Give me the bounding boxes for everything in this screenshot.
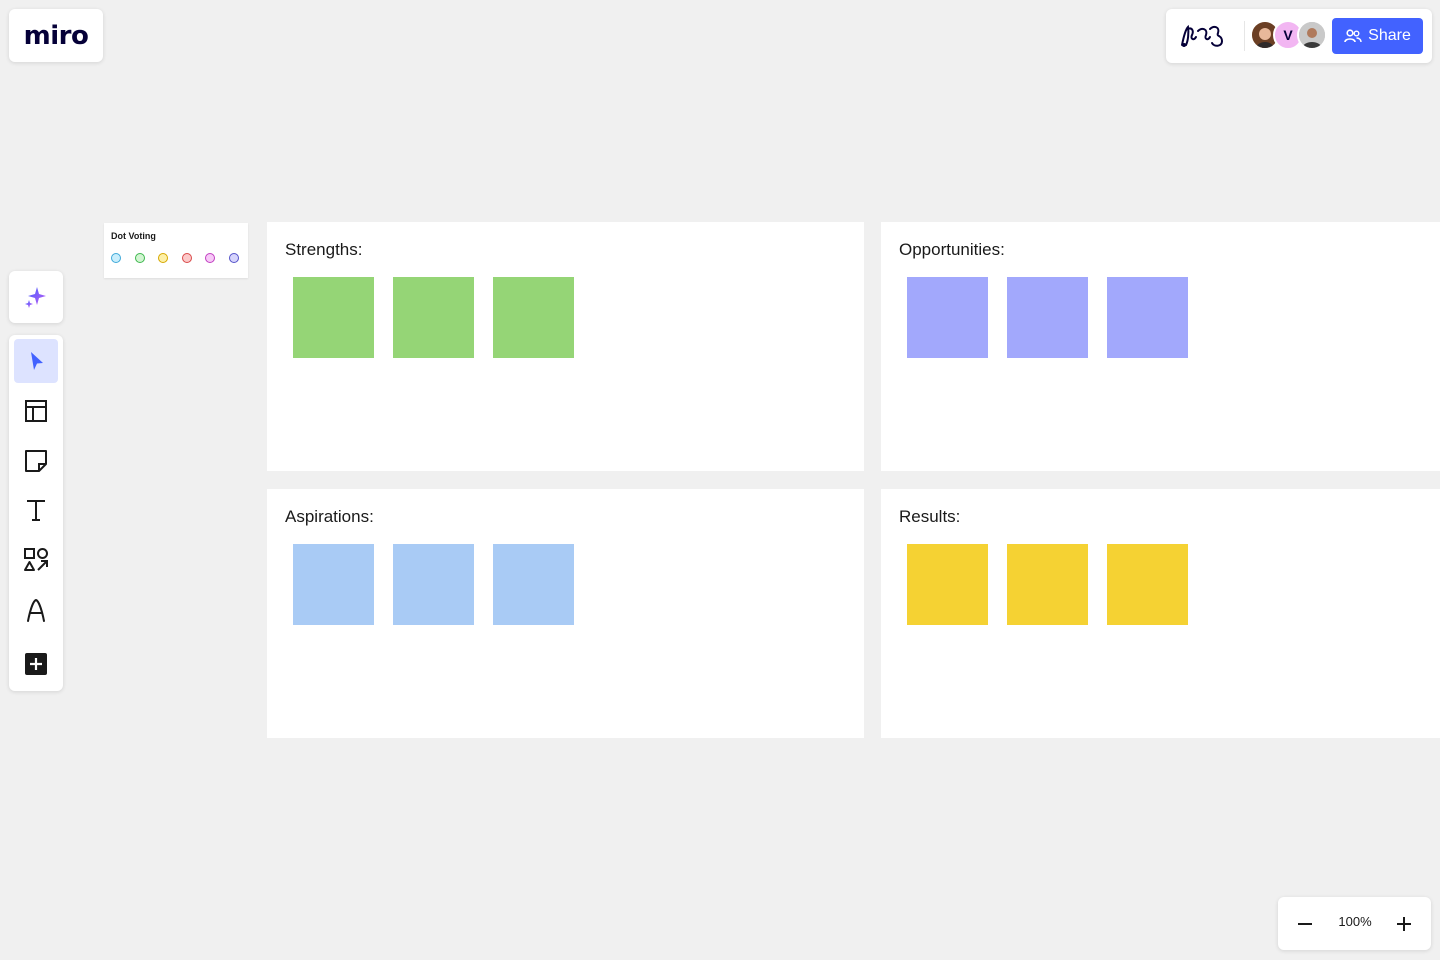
board-signature-icon[interactable]: [1178, 21, 1234, 51]
sticky-note[interactable]: [1107, 277, 1188, 358]
sticky-note[interactable]: [1007, 277, 1088, 358]
frame-title: Results:: [899, 507, 961, 526]
pen-tool-button[interactable]: [14, 588, 58, 632]
frame-title: Aspirations:: [285, 507, 374, 526]
avatar[interactable]: [1297, 20, 1327, 50]
frame-strengths[interactable]: Strengths:: [267, 222, 864, 471]
frame-title: Strengths:: [285, 240, 363, 259]
select-cursor-icon: [31, 352, 43, 370]
frame-title: Opportunities:: [899, 240, 1005, 259]
sticky-note-body: [293, 277, 374, 358]
zoom-level[interactable]: 100%: [1330, 914, 1380, 929]
left-toolbar: [9, 335, 63, 691]
frame-opportunities[interactable]: Opportunities:: [881, 222, 1440, 471]
ai-assist-button[interactable]: [9, 271, 63, 323]
share-button[interactable]: Share: [1332, 18, 1423, 54]
sticky-note[interactable]: [393, 277, 474, 358]
sticky-note-body: [907, 277, 988, 358]
templates-icon: [25, 400, 47, 422]
ai-sparkle-icon: [25, 287, 46, 308]
sticky-note-body: [907, 544, 988, 625]
pen-icon: [27, 598, 45, 622]
voting-dot[interactable]: [158, 253, 168, 263]
voting-dot[interactable]: [205, 253, 215, 263]
sticky-note-icon: [25, 450, 47, 472]
zoom-in-button[interactable]: [1389, 909, 1419, 939]
sticky-note[interactable]: [293, 544, 374, 625]
sticky-note-body: [493, 277, 574, 358]
sticky-note[interactable]: [493, 544, 574, 625]
minus-icon: [1298, 923, 1312, 925]
text-tool-button[interactable]: [14, 488, 58, 532]
people-icon: [1344, 29, 1362, 43]
board-canvas[interactable]: miro V Share Dot Voting Strengths: Oppor…: [0, 0, 1440, 960]
select-tool-button[interactable]: [14, 339, 58, 383]
logo-text: miro: [23, 20, 89, 51]
voting-dot[interactable]: [228, 253, 239, 263]
frame-aspirations[interactable]: Aspirations:: [267, 489, 864, 738]
collaboration-panel: V Share: [1166, 9, 1432, 63]
sticky-note-body: [293, 544, 374, 625]
sticky-note-body: [493, 544, 574, 625]
voting-dot[interactable]: [111, 253, 121, 263]
sticky-note-body: [1107, 544, 1188, 625]
more-tools-button[interactable]: [14, 642, 58, 686]
text-icon: [27, 500, 45, 521]
voting-dot[interactable]: [134, 253, 145, 263]
divider: [1244, 21, 1245, 51]
sticky-note[interactable]: [393, 544, 474, 625]
sticky-note[interactable]: [907, 544, 988, 625]
sticky-note-body: [1007, 277, 1088, 358]
plus-icon: [1397, 917, 1411, 931]
sticky-note[interactable]: [1107, 544, 1188, 625]
shapes-icon: [24, 548, 48, 571]
share-label: Share: [1368, 27, 1411, 44]
zoom-control: 100%: [1278, 897, 1431, 950]
sticky-note-body: [1007, 544, 1088, 625]
sticky-note[interactable]: [907, 277, 988, 358]
dot-voting-title: Dot Voting: [111, 231, 156, 241]
voting-dot[interactable]: [181, 253, 192, 263]
sticky-note-tool-button[interactable]: [14, 439, 58, 483]
add-more-icon: [25, 653, 47, 675]
sticky-note-body: [393, 277, 474, 358]
sticky-note[interactable]: [293, 277, 374, 358]
dot-voting-widget[interactable]: Dot Voting: [104, 223, 248, 278]
templates-tool-button[interactable]: [14, 389, 58, 433]
frame-results[interactable]: Results:: [881, 489, 1440, 738]
sticky-note-body: [1107, 277, 1188, 358]
sticky-note[interactable]: [1007, 544, 1088, 625]
shapes-tool-button[interactable]: [14, 538, 58, 582]
logo[interactable]: miro: [9, 9, 103, 62]
sticky-note[interactable]: [493, 277, 574, 358]
zoom-out-button[interactable]: [1290, 909, 1320, 939]
sticky-note-body: [393, 544, 474, 625]
